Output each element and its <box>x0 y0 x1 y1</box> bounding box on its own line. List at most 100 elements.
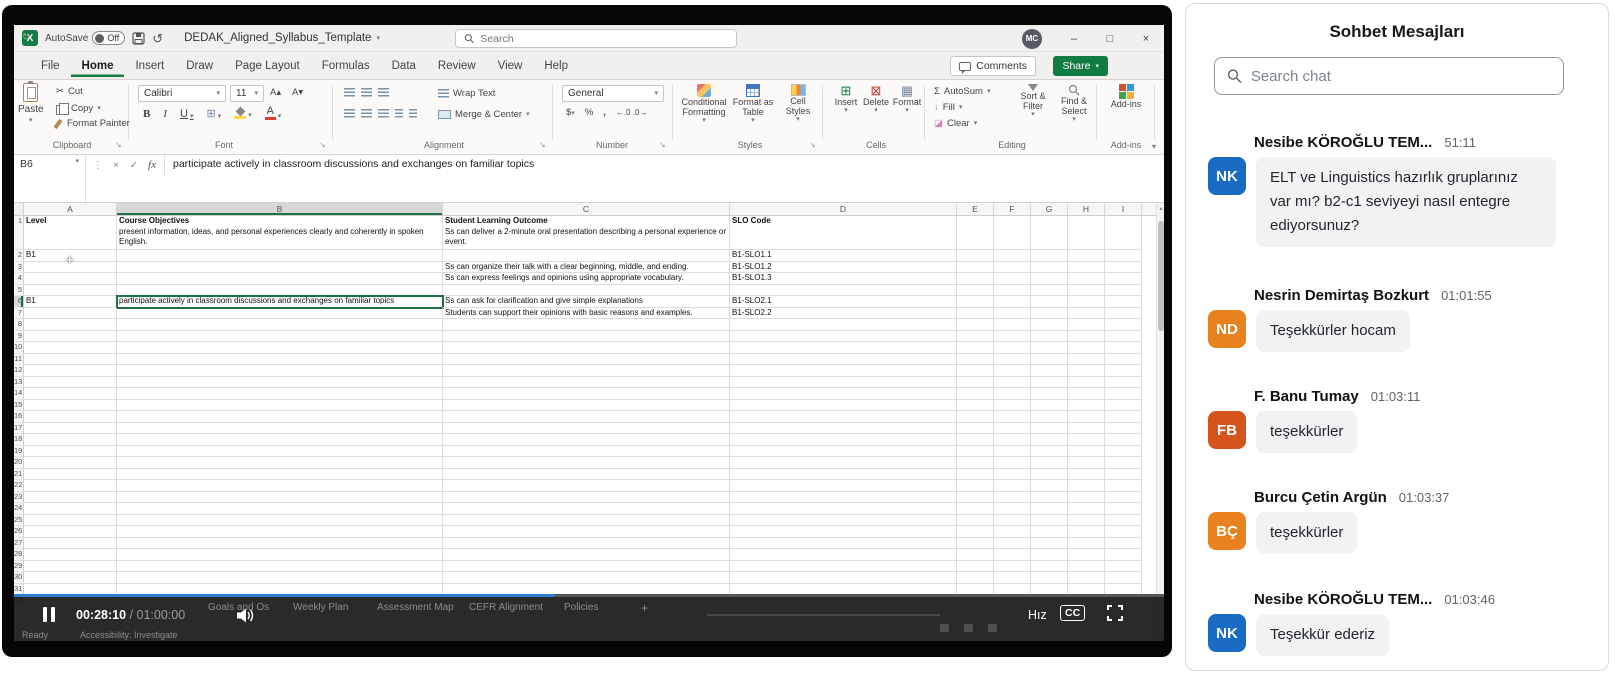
comments-button[interactable]: Comments <box>950 56 1036 76</box>
cell-A8[interactable] <box>24 319 117 331</box>
cell-H23[interactable] <box>1068 492 1105 504</box>
cell-A26[interactable] <box>24 526 117 538</box>
cell-A20[interactable] <box>24 457 117 469</box>
clear-button[interactable]: ◪Clear▾ <box>934 118 977 129</box>
cell-H27[interactable] <box>1068 538 1105 550</box>
cell-E1[interactable] <box>957 216 994 250</box>
decrease-indent-icon[interactable] <box>395 109 403 118</box>
cell-B12[interactable] <box>117 365 443 377</box>
cell-G13[interactable] <box>1031 377 1068 389</box>
row-header-18[interactable]: 18 <box>14 434 24 446</box>
cell-E16[interactable] <box>957 411 994 423</box>
row-header-5[interactable]: 5 <box>14 285 24 297</box>
row-header-16[interactable]: 16 <box>14 411 24 423</box>
save-icon[interactable] <box>132 32 145 45</box>
cell-C30[interactable] <box>443 572 730 584</box>
cell-D2[interactable]: B1-SLO1.1 <box>730 250 957 262</box>
cell-I30[interactable] <box>1105 572 1142 584</box>
menu-tab-view[interactable]: View <box>487 55 534 77</box>
cell-E13[interactable] <box>957 377 994 389</box>
cell-H3[interactable] <box>1068 262 1105 274</box>
pause-button[interactable] <box>43 607 55 622</box>
cell-B25[interactable] <box>117 515 443 527</box>
name-box[interactable]: B6▾ <box>14 155 86 202</box>
cell-C24[interactable] <box>443 503 730 515</box>
share-button[interactable]: Share▾ <box>1053 56 1108 76</box>
autosum-button[interactable]: ΣAutoSum▾ <box>934 86 990 97</box>
cell-F23[interactable] <box>994 492 1031 504</box>
cell-G25[interactable] <box>1031 515 1068 527</box>
cell-H8[interactable] <box>1068 319 1105 331</box>
cell-F26[interactable] <box>994 526 1031 538</box>
cell-E21[interactable] <box>957 469 994 481</box>
column-header-C[interactable]: C <box>443 203 730 215</box>
cell-I24[interactable] <box>1105 503 1142 515</box>
cell-F6[interactable] <box>994 296 1031 308</box>
cell-H21[interactable] <box>1068 469 1105 481</box>
select-all-corner[interactable] <box>14 203 24 215</box>
row-header-13[interactable]: 13 <box>14 377 24 389</box>
cell-G15[interactable] <box>1031 400 1068 412</box>
cell-D29[interactable] <box>730 561 957 573</box>
chat-search-input[interactable] <box>1251 68 1551 85</box>
cell-styles-button[interactable]: Cell Styles▾ <box>778 84 818 123</box>
cell-A15[interactable] <box>24 400 117 412</box>
kebab-icon[interactable]: ⋮ <box>90 160 106 171</box>
cell-A6[interactable]: B1 <box>24 296 117 308</box>
decimal-buttons[interactable]: ←.0 .0→ <box>616 108 648 117</box>
cell-G24[interactable] <box>1031 503 1068 515</box>
cell-A17[interactable] <box>24 423 117 435</box>
cell-F12[interactable] <box>994 365 1031 377</box>
cell-B30[interactable] <box>117 572 443 584</box>
cell-I9[interactable] <box>1105 331 1142 343</box>
italic-button[interactable]: I <box>160 108 170 120</box>
cell-G11[interactable] <box>1031 354 1068 366</box>
cell-B19[interactable] <box>117 446 443 458</box>
cell-B21[interactable] <box>117 469 443 481</box>
cell-I10[interactable] <box>1105 342 1142 354</box>
cell-A19[interactable] <box>24 446 117 458</box>
cell-D5[interactable] <box>730 285 957 297</box>
menu-tab-file[interactable]: File <box>30 55 71 77</box>
row-header-4[interactable]: 4 <box>14 273 24 285</box>
cell-D4[interactable]: B1-SLO1.3 <box>730 273 957 285</box>
cell-G20[interactable] <box>1031 457 1068 469</box>
cell-D20[interactable] <box>730 457 957 469</box>
cell-A25[interactable] <box>24 515 117 527</box>
cell-G26[interactable] <box>1031 526 1068 538</box>
cell-H11[interactable] <box>1068 354 1105 366</box>
cell-F8[interactable] <box>994 319 1031 331</box>
cell-A22[interactable] <box>24 480 117 492</box>
cell-A28[interactable] <box>24 549 117 561</box>
cell-A9[interactable] <box>24 331 117 343</box>
cell-F1[interactable] <box>994 216 1031 250</box>
cell-C16[interactable] <box>443 411 730 423</box>
row-header-27[interactable]: 27 <box>14 538 24 550</box>
cell-H25[interactable] <box>1068 515 1105 527</box>
row-header-29[interactable]: 29 <box>14 561 24 573</box>
cell-B4[interactable] <box>117 273 443 285</box>
bold-button[interactable]: B <box>140 108 153 120</box>
cell-H5[interactable] <box>1068 285 1105 297</box>
add-sheet-icon[interactable]: + <box>641 601 648 615</box>
enter-check-icon[interactable]: ✓ <box>126 160 142 171</box>
cell-C1[interactable]: Student Learning Outcome Ss can deliver … <box>443 216 730 250</box>
number-format-select[interactable]: General▾ <box>562 85 664 102</box>
currency-button[interactable]: $▾ <box>566 107 575 118</box>
cell-H2[interactable] <box>1068 250 1105 262</box>
cell-D16[interactable] <box>730 411 957 423</box>
cell-C29[interactable] <box>443 561 730 573</box>
underline-button[interactable]: U▾ <box>177 108 196 120</box>
cell-F5[interactable] <box>994 285 1031 297</box>
cell-C21[interactable] <box>443 469 730 481</box>
cell-D26[interactable] <box>730 526 957 538</box>
format-as-table-button[interactable]: Format as Table▾ <box>730 84 776 124</box>
cell-B22[interactable] <box>117 480 443 492</box>
cell-D6[interactable]: B1-SLO2.1 <box>730 296 957 308</box>
cell-E11[interactable] <box>957 354 994 366</box>
dialog-launcher-icon[interactable]: ↘ <box>808 141 817 150</box>
cell-H7[interactable] <box>1068 308 1105 320</box>
row-header-30[interactable]: 30 <box>14 572 24 584</box>
cell-H29[interactable] <box>1068 561 1105 573</box>
cell-C4[interactable]: Ss can express feelings and opinions usi… <box>443 273 730 285</box>
